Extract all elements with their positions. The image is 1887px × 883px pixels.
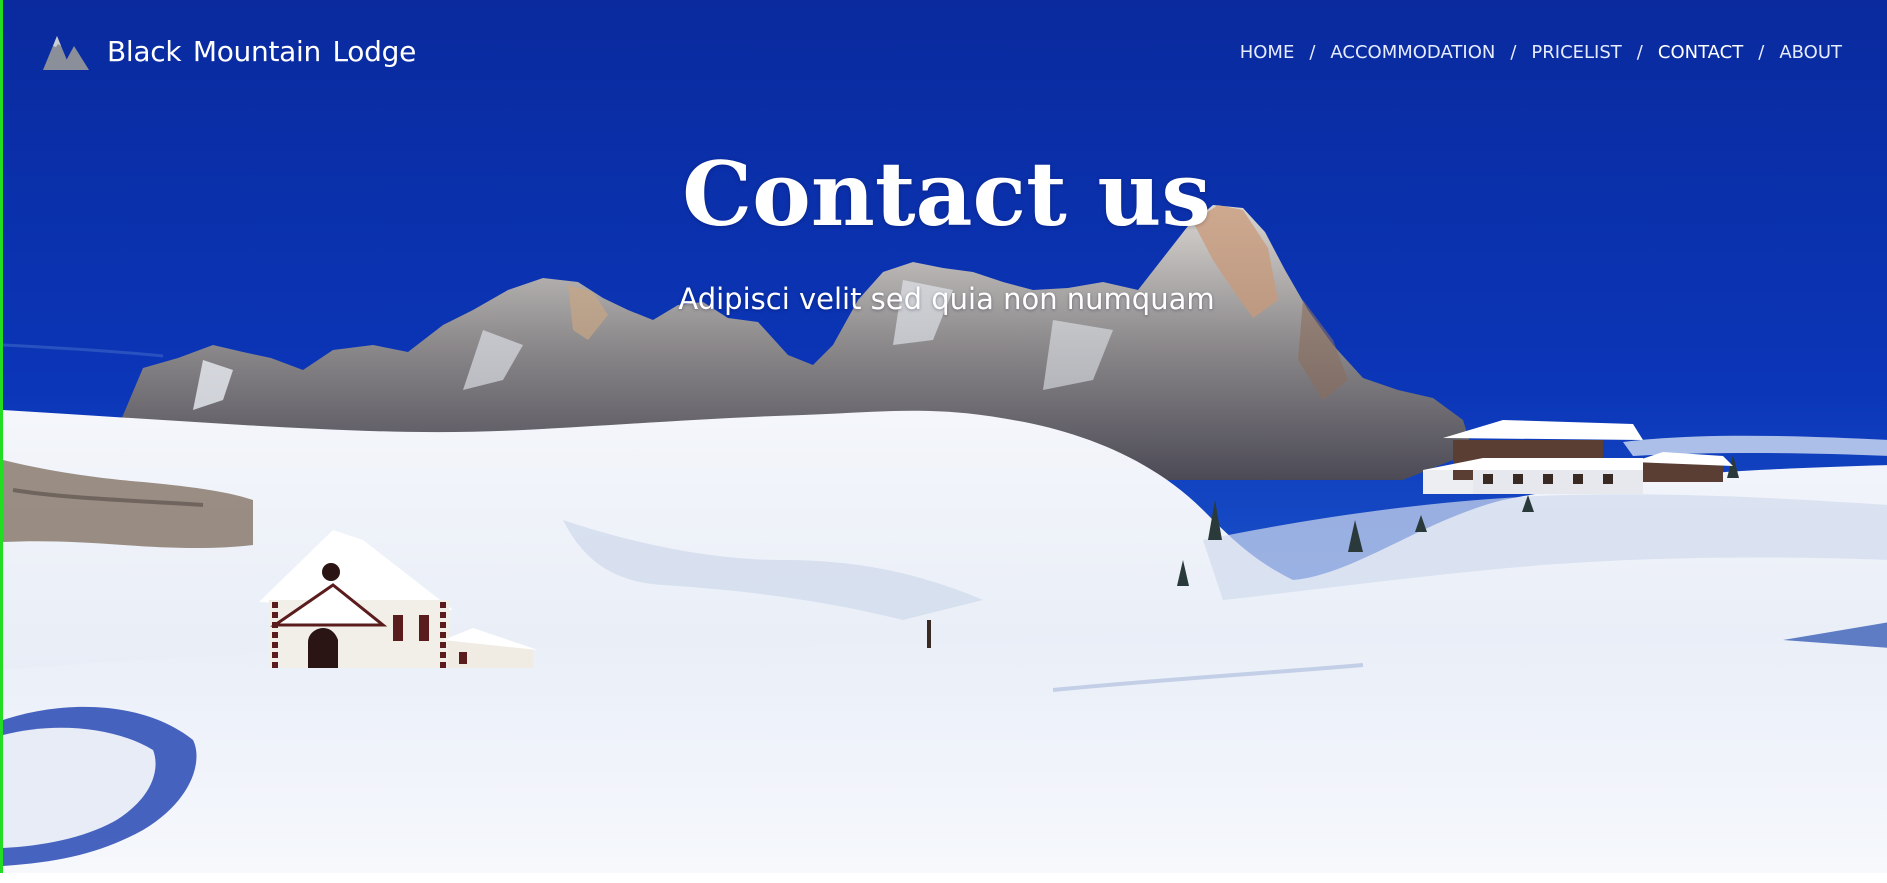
- hero-background-image: [3, 0, 1887, 873]
- site-header: Black Mountain Lodge HOME / ACCOMMODATIO…: [3, 0, 1887, 105]
- nav-separator: /: [1636, 42, 1643, 63]
- main-nav: HOME / ACCOMMODATION / PRICELIST / CONTA…: [1240, 42, 1842, 63]
- page-subtitle: Adipisci velit sed quia non numquam: [678, 282, 1215, 316]
- nav-item-about[interactable]: ABOUT: [1779, 42, 1842, 63]
- nav-item-pricelist[interactable]: PRICELIST: [1531, 42, 1621, 63]
- nav-separator: /: [1510, 42, 1517, 63]
- brand-home-link[interactable]: Black Mountain Lodge: [41, 30, 416, 72]
- nav-separator: /: [1309, 42, 1316, 63]
- brand-name: Black Mountain Lodge: [107, 34, 417, 68]
- nav-item-accommodation[interactable]: ACCOMMODATION: [1330, 42, 1495, 63]
- mountain-logo-icon: [43, 36, 89, 70]
- nav-separator: /: [1758, 42, 1765, 63]
- nav-item-home[interactable]: HOME: [1240, 42, 1295, 63]
- nav-item-contact[interactable]: CONTACT: [1658, 42, 1743, 63]
- page-title: Contact us: [682, 142, 1211, 246]
- hero-section: Black Mountain Lodge HOME / ACCOMMODATIO…: [0, 0, 1887, 873]
